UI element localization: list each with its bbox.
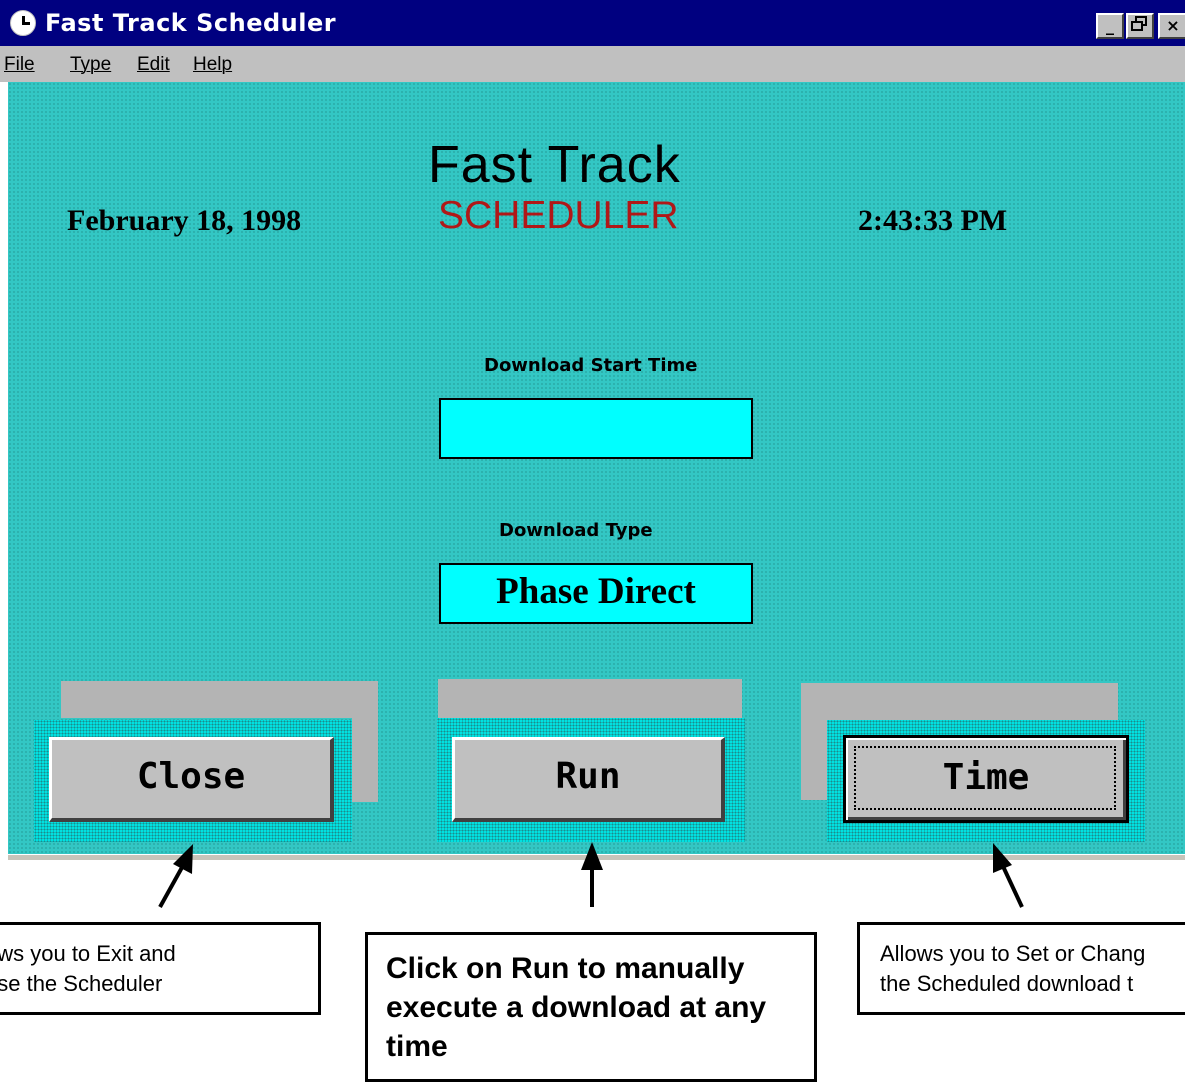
close-annotation-line1: ows you to Exit and [0, 941, 176, 966]
brand-title: Fast Track [428, 136, 681, 194]
window-title: Fast Track Scheduler [45, 9, 337, 37]
download-start-time-field[interactable] [439, 398, 753, 459]
menu-bar: File Type Edit Help [0, 46, 1185, 82]
title-bar: Fast Track Scheduler _ × [0, 0, 1185, 46]
time-annotation-line2: the Scheduled download t [880, 971, 1134, 996]
close-annotation-line2: ose the Scheduler [0, 971, 163, 996]
brand-subtitle: SCHEDULER [438, 194, 679, 237]
close-button[interactable]: Close [49, 737, 334, 822]
time-button-backdrop-side [801, 683, 827, 800]
download-type-field[interactable]: Phase Direct [439, 563, 753, 624]
time-annotation: Allows you to Set or Chang the Scheduled… [857, 922, 1185, 1015]
run-button-backdrop [438, 679, 742, 718]
time-button[interactable]: Time [843, 735, 1129, 823]
time-button-backdrop [801, 683, 1118, 720]
window-bottom-edge [8, 854, 1185, 860]
download-type-label: Download Type [499, 520, 653, 541]
time-annotation-line1: Allows you to Set or Chang [880, 941, 1146, 966]
menu-help[interactable]: Help [193, 54, 232, 76]
close-button-backdrop-side [352, 681, 378, 802]
minimize-button[interactable]: _ [1096, 13, 1124, 39]
menu-edit[interactable]: Edit [137, 54, 170, 76]
maximize-button[interactable] [1126, 13, 1154, 39]
clock-icon[interactable] [10, 10, 36, 36]
current-date: February 18, 1998 [67, 204, 302, 237]
run-button[interactable]: Run [452, 737, 725, 822]
run-annotation: Click on Run to manually execute a downl… [365, 932, 817, 1082]
current-time: 2:43:33 PM [858, 204, 1008, 237]
menu-type[interactable]: Type [70, 54, 111, 76]
menu-file[interactable]: File [4, 54, 35, 76]
restore-icon [1131, 16, 1147, 31]
close-button-backdrop [61, 681, 378, 718]
close-annotation: ows you to Exit and ose the Scheduler [0, 922, 321, 1015]
download-start-time-label: Download Start Time [484, 355, 698, 376]
close-window-button[interactable]: × [1158, 13, 1185, 39]
focus-rectangle [854, 746, 1116, 810]
